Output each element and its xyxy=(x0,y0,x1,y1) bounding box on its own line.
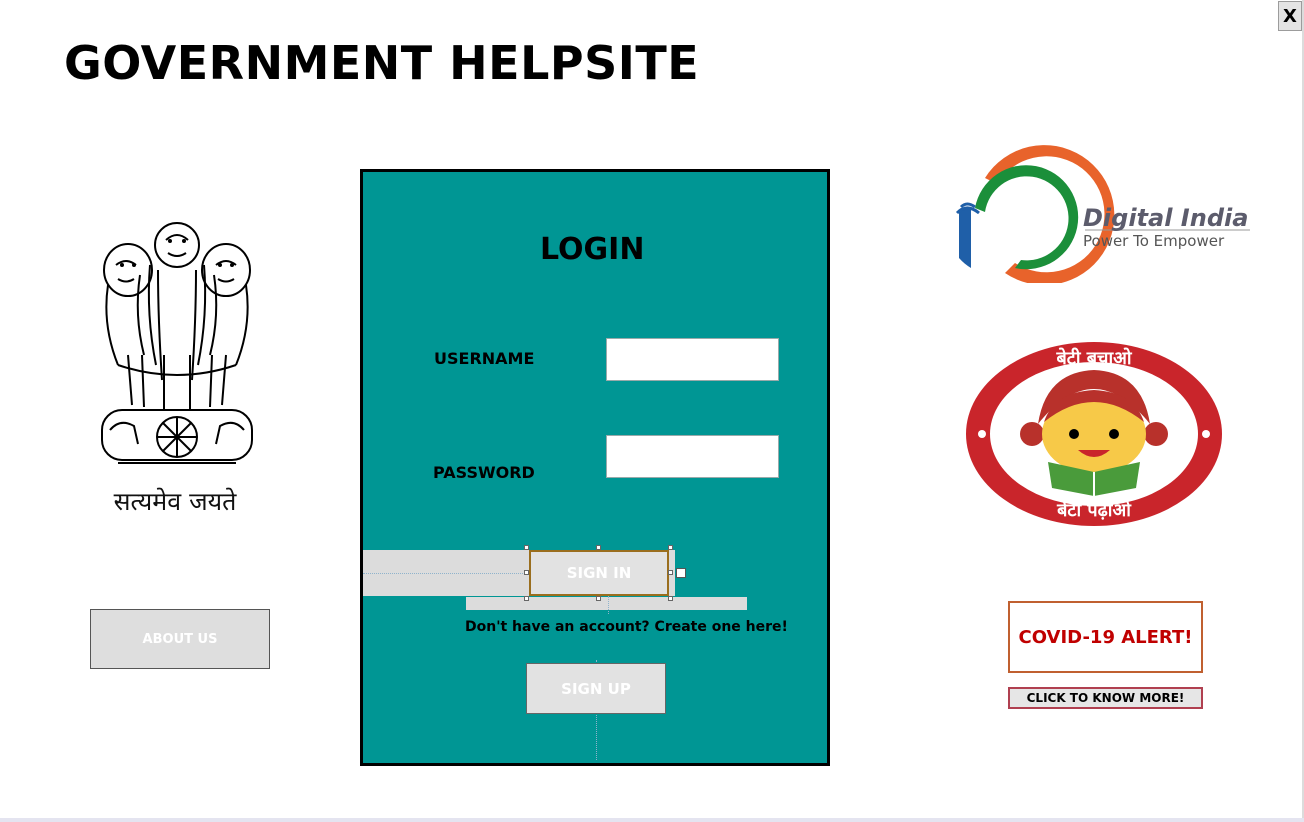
sign-in-button[interactable]: SIGN IN xyxy=(529,550,669,596)
ashoka-emblem-icon xyxy=(101,222,253,464)
resize-handle[interactable] xyxy=(524,596,529,601)
resize-handle[interactable] xyxy=(524,570,529,575)
digital-india-name: Digital India xyxy=(1083,204,1249,232)
bbbp-bottom-text: बेटी पढ़ाओ xyxy=(1056,499,1131,521)
username-input[interactable] xyxy=(606,338,779,381)
window-bottom-edge xyxy=(0,818,1304,822)
covid-alert-banner[interactable]: COVID-19 ALERT! xyxy=(1008,601,1203,673)
username-label: USERNAME xyxy=(434,349,535,368)
sign-up-button[interactable]: SIGN UP xyxy=(526,663,666,714)
page-title: GOVERNMENT HELPSITE xyxy=(64,36,700,90)
resize-handle[interactable] xyxy=(668,545,673,550)
close-button[interactable]: X xyxy=(1278,1,1302,31)
about-us-button[interactable]: ABOUT US xyxy=(90,609,270,669)
create-account-link[interactable]: Don't have an account? Create one here! xyxy=(465,619,788,635)
password-input[interactable] xyxy=(606,435,779,478)
resize-handle[interactable] xyxy=(524,545,529,550)
resize-handle[interactable] xyxy=(668,596,673,601)
guide-line xyxy=(608,596,609,614)
know-more-button[interactable]: CLICK TO KNOW MORE! xyxy=(1008,687,1203,709)
signin-selection-strip-lower xyxy=(466,597,747,610)
digital-india-tagline: Power To Empower xyxy=(1083,232,1225,250)
resize-handle[interactable] xyxy=(668,570,673,575)
smart-tag-icon[interactable] xyxy=(676,568,686,578)
emblem-motto: सत्यमेव जयते xyxy=(113,487,237,516)
guide-line xyxy=(363,573,529,574)
resize-handle[interactable] xyxy=(596,596,601,601)
password-label: PASSWORD xyxy=(433,463,535,482)
resize-handle[interactable] xyxy=(596,545,601,550)
login-title: LOGIN xyxy=(540,232,645,267)
bbbp-top-text: बेटी बचाओ xyxy=(1055,347,1132,369)
beti-bachao-logo-icon: बेटी बचाओ बेटी पढ़ाओ xyxy=(966,342,1222,526)
